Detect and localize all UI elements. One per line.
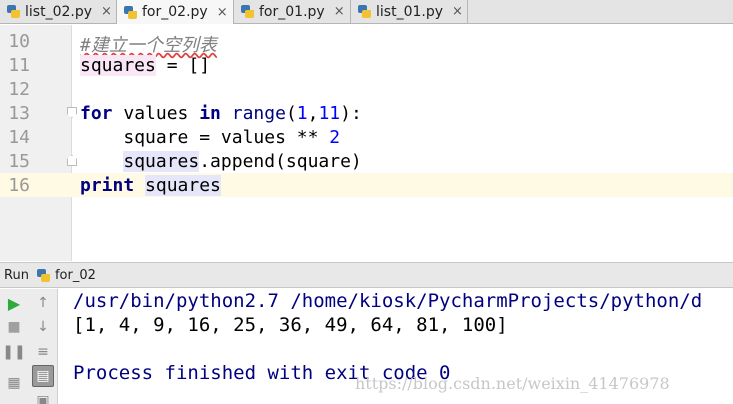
line-number: 13 [8, 103, 30, 124]
code-text: squares.append(square) [123, 151, 362, 172]
line-number: 14 [8, 127, 30, 148]
pause-icon[interactable]: ❚❚ [2, 341, 25, 363]
editor-tab-bar: list_02.py × for_02.py × for_01.py × lis… [0, 0, 733, 24]
code-line-current[interactable]: 16 print squares [0, 173, 733, 197]
code-line[interactable]: 13 for values in range(1,11): [0, 101, 733, 125]
code-line[interactable]: 10 #建立一个空列表 [0, 29, 733, 56]
down-arrow-icon[interactable]: ↓ [32, 316, 54, 338]
fold-end-marker-icon[interactable] [67, 155, 77, 166]
soft-wrap-icon[interactable]: ≡ [32, 341, 54, 363]
code-text: square = values ** 2 [123, 127, 341, 148]
up-arrow-icon[interactable]: ↑ [32, 292, 54, 314]
python-file-icon [124, 5, 137, 19]
code-text: squares = [] [80, 55, 211, 76]
tab-label: for_01.py [259, 3, 325, 20]
code-line[interactable]: 14 square = values ** 2 [0, 125, 733, 149]
close-icon[interactable]: × [334, 4, 345, 19]
tab-label: list_01.py [376, 3, 443, 20]
close-icon[interactable]: × [217, 5, 228, 20]
code-line[interactable]: 11 squares = [] [0, 53, 733, 77]
watermark: https://blog.csdn.net/weixin_41476978 [355, 374, 670, 393]
close-icon[interactable]: × [101, 4, 112, 19]
pin-icon[interactable]: ▣ [32, 390, 54, 404]
tab-label: for_02.py [142, 4, 208, 20]
python-file-icon [7, 5, 20, 18]
code-line[interactable]: 15 squares.append(square) [0, 149, 733, 173]
tab-list-02[interactable]: list_02.py × [0, 0, 117, 23]
layout-icon[interactable]: ▦ [3, 372, 25, 394]
line-number: 16 [8, 175, 30, 196]
close-icon[interactable]: × [452, 4, 463, 19]
line-number: 10 [8, 31, 30, 52]
run-label: Run [4, 267, 29, 283]
run-panel-header: Run for_02 [0, 262, 733, 288]
run-toolbar: ▶ ↑ ■ ↓ ❚❚ ≡ ▦ ▤ ▣ [0, 289, 58, 404]
console-command-line: /usr/bin/python2.7 /home/kiosk/PycharmPr… [73, 290, 703, 312]
code-text: print squares [80, 175, 221, 196]
tab-label: list_02.py [25, 3, 92, 20]
python-run-config-icon [36, 268, 50, 282]
console-output-line: [1, 4, 9, 16, 25, 36, 49, 64, 81, 100] [73, 314, 508, 336]
code-editor[interactable]: 10 #建立一个空列表 11 squares = [] 12 13 for va… [0, 25, 733, 261]
run-config-name[interactable]: for_02 [55, 268, 96, 283]
tab-for-01[interactable]: for_01.py × [234, 0, 351, 23]
play-icon[interactable]: ▶ [3, 292, 25, 314]
tab-for-02[interactable]: for_02.py × [117, 0, 234, 24]
line-number: 15 [8, 151, 30, 172]
tab-list-01[interactable]: list_01.py × [351, 0, 468, 23]
code-text: for values in range(1,11): [80, 103, 362, 124]
stop-icon[interactable]: ■ [3, 316, 25, 338]
print-icon[interactable]: ▤ [32, 365, 54, 387]
python-file-icon [358, 5, 371, 18]
fold-marker-icon[interactable] [67, 107, 77, 118]
python-file-icon [241, 5, 254, 18]
code-line[interactable]: 12 [0, 77, 733, 101]
line-number: 11 [8, 55, 30, 76]
line-number: 12 [8, 79, 30, 100]
